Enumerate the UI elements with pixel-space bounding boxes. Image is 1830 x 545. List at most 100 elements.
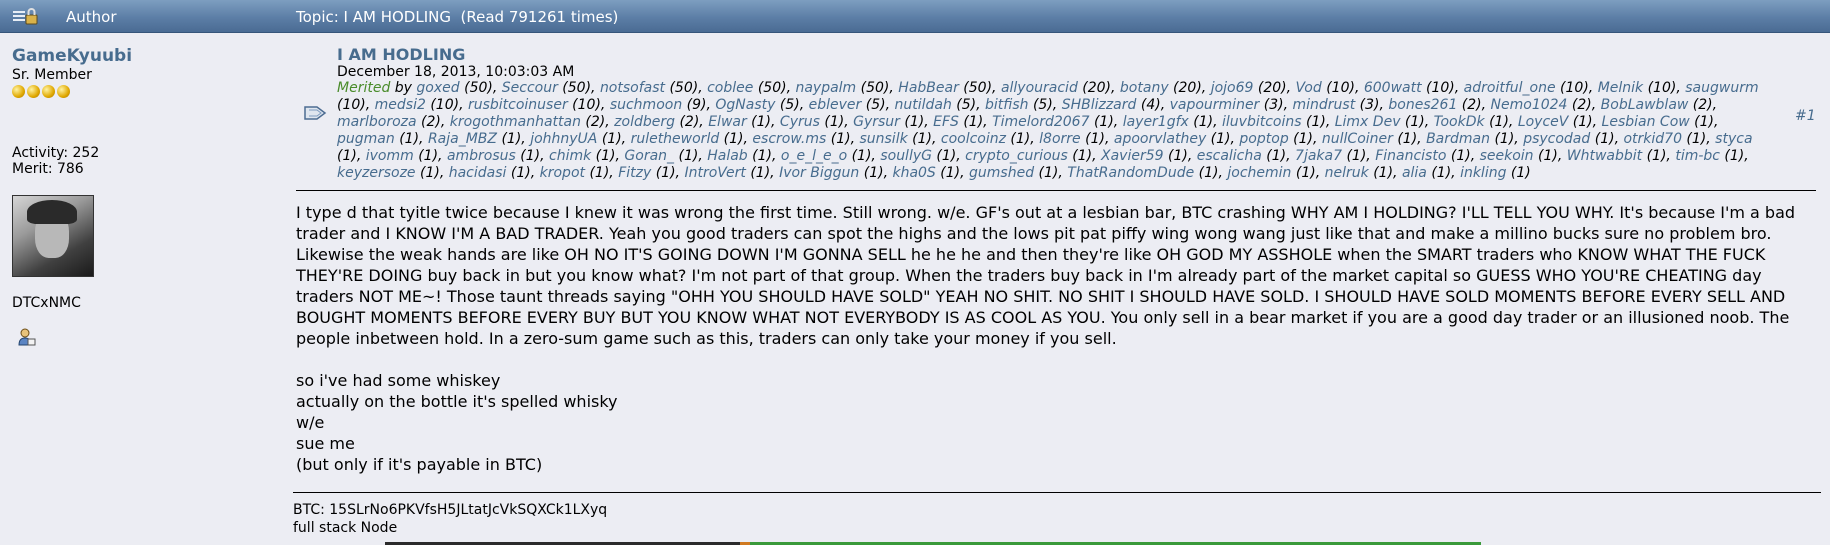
merit-user-link[interactable]: Gyrsur: [853, 114, 900, 130]
merit-user-link[interactable]: Melnik: [1598, 80, 1643, 96]
post-subject-link[interactable]: I AM HODLING: [337, 45, 465, 64]
merit-user-link[interactable]: psycodad: [1523, 131, 1590, 147]
merit-count: (1),: [515, 148, 550, 164]
post-date: December 18, 2013, 10:03:03 AM: [337, 64, 575, 80]
merit-user-link[interactable]: chimk: [549, 148, 591, 164]
merit-user-link[interactable]: medsi2: [375, 97, 426, 113]
merit-count: (1),: [1291, 165, 1325, 181]
merit-user-link[interactable]: suchmoon: [610, 97, 682, 113]
merit-user-link[interactable]: nutildah: [894, 97, 951, 113]
merit-user-link[interactable]: Raja_MBZ: [428, 131, 497, 147]
merit-user-link[interactable]: rusbitcoinuser: [468, 97, 568, 113]
merit-user-link[interactable]: marlboroza: [337, 114, 417, 130]
merit-user-link[interactable]: SHBlizzard: [1062, 97, 1137, 113]
merit-user-link[interactable]: IntroVert: [684, 165, 745, 181]
post-body: I type d that tyitle twice because I kne…: [296, 202, 1806, 475]
merit-user-link[interactable]: HabBear: [898, 80, 959, 96]
merit-user-link[interactable]: Lesbian Cow: [1602, 114, 1690, 130]
merit-count: (1),: [1194, 165, 1228, 181]
merit-user-link[interactable]: ambrosus: [447, 148, 516, 164]
merit-user-link[interactable]: seekoin: [1480, 148, 1534, 164]
merit-user-link[interactable]: Limx Dev: [1335, 114, 1401, 130]
merit-user-link[interactable]: layer1gfx: [1123, 114, 1189, 130]
merit-user-link[interactable]: 7jaka7: [1295, 148, 1342, 164]
merit-user-link[interactable]: Goran_: [624, 148, 674, 164]
merit-user-link[interactable]: OgNasty: [715, 97, 775, 113]
merit-user-link[interactable]: keyzersoze: [337, 165, 416, 181]
merit-user-link[interactable]: Halab: [707, 148, 747, 164]
merit-count: (1),: [746, 114, 780, 130]
post-number-link[interactable]: #1: [1795, 108, 1816, 124]
merit-user-link[interactable]: goxed: [416, 80, 459, 96]
merit-user-link[interactable]: sunsilk: [859, 131, 907, 147]
merit-user-link[interactable]: kropot: [540, 165, 585, 181]
merit-user-link[interactable]: coblee: [707, 80, 753, 96]
merit-user-link[interactable]: hacidasi: [449, 165, 507, 181]
merit-user-link[interactable]: Seccour: [502, 80, 558, 96]
merit-user-link[interactable]: notsofast: [600, 80, 665, 96]
merit-count: (1),: [1484, 114, 1518, 130]
rank-star-icon: [12, 85, 25, 98]
merit-user-link[interactable]: 600watt: [1364, 80, 1422, 96]
merit-user-link[interactable]: krogothmanhattan: [450, 114, 581, 130]
merit-user-link[interactable]: Nemo1024: [1491, 97, 1568, 113]
merit-user-link[interactable]: ivomm: [366, 148, 414, 164]
merit-user-link[interactable]: coolcoinz: [941, 131, 1006, 147]
merit-user-link[interactable]: TookDk: [1434, 114, 1485, 130]
merit-user-link[interactable]: escalicha: [1197, 148, 1262, 164]
merit-user-link[interactable]: Timelord2067: [992, 114, 1089, 130]
merit-user-link[interactable]: eblever: [809, 97, 862, 113]
merit-user-link[interactable]: styca: [1715, 131, 1752, 147]
merit-user-link[interactable]: naypalm: [795, 80, 856, 96]
merit-user-link[interactable]: Fitzy: [618, 165, 651, 181]
merit-user-link[interactable]: adroitful_one: [1464, 80, 1556, 96]
merit-user-link[interactable]: o_e_l_e_o: [781, 148, 847, 164]
merit-user-link[interactable]: Elwar: [708, 114, 747, 130]
merit-user-link[interactable]: nullCoiner: [1322, 131, 1393, 147]
merit-user-link[interactable]: allyouracid: [1001, 80, 1078, 96]
merit-user-link[interactable]: crypto_curious: [965, 148, 1068, 164]
merit-user-link[interactable]: mindrust: [1293, 97, 1356, 113]
poster-name-link[interactable]: GameKyuubi: [12, 46, 272, 66]
merit-user-link[interactable]: l8orre: [1039, 131, 1081, 147]
merit-user-link[interactable]: LoyceV: [1518, 114, 1569, 130]
merit-user-link[interactable]: Whtwabbit: [1567, 148, 1642, 164]
merit-user-link[interactable]: jojo69: [1211, 80, 1254, 96]
merit-user-link[interactable]: Xavier59: [1101, 148, 1164, 164]
merit-user-link[interactable]: BobLawblaw: [1601, 97, 1689, 113]
merit-user-link[interactable]: EFS: [933, 114, 959, 130]
merit-user-link[interactable]: bones261: [1388, 97, 1457, 113]
merit-count: (1),: [1392, 131, 1427, 147]
merit-user-link[interactable]: Vod: [1296, 80, 1322, 96]
merit-user-link[interactable]: Bardman: [1426, 131, 1490, 147]
merit-user-link[interactable]: Ivor Biggun: [779, 165, 859, 181]
merit-user-link[interactable]: poptop: [1239, 131, 1288, 147]
merit-user-link[interactable]: johhnyUA: [530, 131, 597, 147]
merit-user-link[interactable]: pugman: [337, 131, 395, 147]
merit-user-link[interactable]: tim-bc: [1675, 148, 1720, 164]
merit-user-link[interactable]: jochemin: [1227, 165, 1291, 181]
profile-icon[interactable]: [17, 327, 37, 347]
merit-user-link[interactable]: ThatRandomDude: [1067, 165, 1194, 181]
poster-rank: Sr. Member: [12, 67, 92, 83]
merit-user-link[interactable]: ruletheworld: [631, 131, 720, 147]
merit-user-link[interactable]: apoorvlathey: [1114, 131, 1206, 147]
merit-user-link[interactable]: vapourminer: [1170, 97, 1260, 113]
merit-user-link[interactable]: soullyG: [880, 148, 932, 164]
merit-user-link[interactable]: botany: [1120, 80, 1169, 96]
merit-user-link[interactable]: Cyrus: [780, 114, 820, 130]
merit-user-link[interactable]: Financisto: [1375, 148, 1446, 164]
merit-user-link[interactable]: inkling: [1460, 165, 1506, 181]
merit-user-link[interactable]: escrow.ms: [752, 131, 826, 147]
merit-user-link[interactable]: gumshed: [969, 165, 1034, 181]
merit-user-link[interactable]: otrkid70: [1623, 131, 1682, 147]
merit-user-link[interactable]: iluvbitcoins: [1222, 114, 1302, 130]
merit-user-link[interactable]: saugwurm: [1685, 80, 1758, 96]
merit-user-link[interactable]: alia: [1402, 165, 1427, 181]
merit-user-link[interactable]: zoldberg: [614, 114, 675, 130]
merit-user-link[interactable]: nelruk: [1325, 165, 1369, 181]
post-body-paragraph: I type d that tyitle twice because I kne…: [296, 203, 1796, 348]
merit-user-link[interactable]: bitfish: [985, 97, 1028, 113]
merit-user-link[interactable]: kha0S: [892, 165, 935, 181]
merit-count: (10),: [1421, 80, 1464, 96]
